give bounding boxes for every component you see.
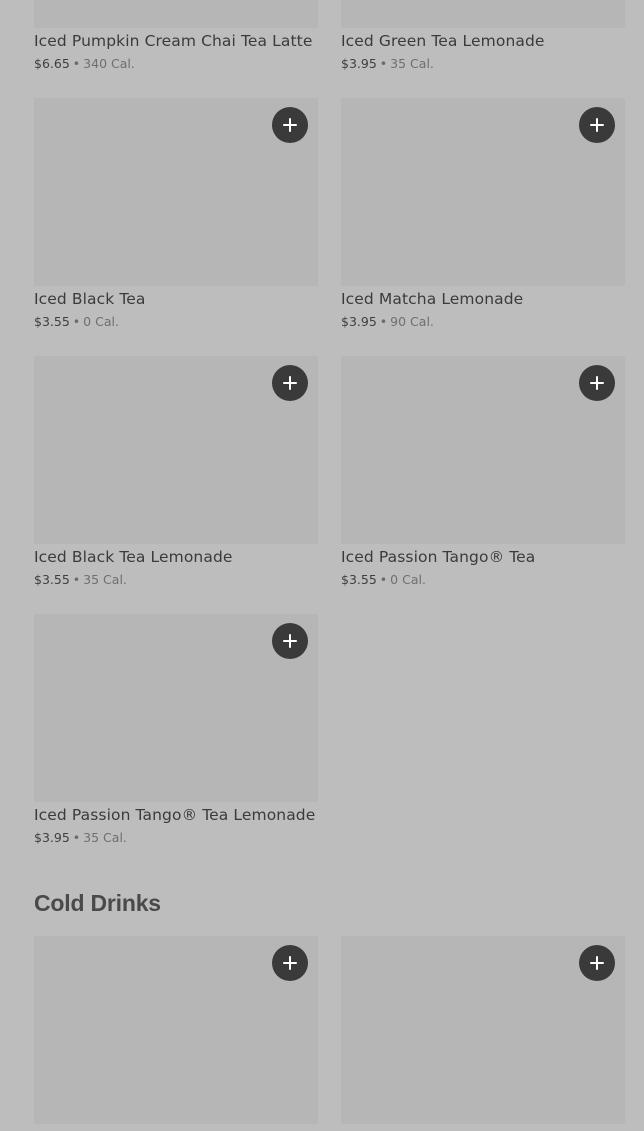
product-image[interactable] bbox=[341, 0, 625, 28]
separator: • bbox=[379, 314, 388, 329]
separator: • bbox=[72, 572, 81, 587]
product-name[interactable]: Iced Pumpkin Cream Chai Tea Latte bbox=[34, 31, 312, 51]
product-calories: 0 Cal. bbox=[83, 314, 119, 329]
add-to-order-button[interactable] bbox=[272, 623, 308, 659]
product-card[interactable]: Iced Passion Tango® Tea $3.55 • 0 Cal. bbox=[341, 356, 625, 596]
add-to-order-button[interactable] bbox=[272, 945, 308, 981]
product-card[interactable]: Iced Matcha Lemonade $3.95 • 90 Cal. bbox=[341, 98, 625, 338]
product-meta: $3.55 • 0 Cal. bbox=[34, 314, 119, 330]
separator: • bbox=[72, 314, 81, 329]
product-calories: 35 Cal. bbox=[390, 56, 434, 71]
product-name[interactable]: Iced Black Tea Lemonade bbox=[34, 547, 233, 567]
menu-page: Iced Pumpkin Cream Chai Tea Latte $6.65 •… bbox=[0, 0, 644, 1131]
add-to-order-button[interactable] bbox=[579, 365, 615, 401]
add-to-order-button[interactable] bbox=[579, 107, 615, 143]
product-meta: $3.95 • 35 Cal. bbox=[34, 830, 127, 846]
separator: • bbox=[72, 56, 81, 71]
separator: • bbox=[379, 56, 388, 71]
product-image[interactable] bbox=[34, 0, 318, 28]
plus-icon bbox=[590, 956, 604, 970]
add-to-order-button[interactable] bbox=[272, 365, 308, 401]
product-card[interactable] bbox=[341, 936, 625, 1131]
product-price: $3.95 bbox=[34, 830, 70, 845]
product-price: $3.55 bbox=[341, 572, 377, 587]
product-card[interactable]: Iced Pumpkin Cream Chai Tea Latte $6.65 •… bbox=[34, 0, 318, 80]
product-price: $6.65 bbox=[34, 56, 70, 71]
plus-icon bbox=[590, 376, 604, 390]
separator: • bbox=[379, 572, 388, 587]
plus-icon bbox=[283, 634, 297, 648]
product-price: $3.95 bbox=[341, 314, 377, 329]
product-meta: $3.95 • 35 Cal. bbox=[341, 56, 434, 72]
product-card[interactable] bbox=[34, 936, 318, 1131]
product-card[interactable]: Iced Black Tea $3.55 • 0 Cal. bbox=[34, 98, 318, 338]
product-calories: 35 Cal. bbox=[83, 830, 127, 845]
product-calories: 35 Cal. bbox=[83, 572, 127, 587]
separator: • bbox=[72, 830, 81, 845]
plus-icon bbox=[590, 118, 604, 132]
product-name[interactable]: Iced Passion Tango® Tea bbox=[341, 547, 535, 567]
product-calories: 90 Cal. bbox=[390, 314, 434, 329]
product-name[interactable]: Iced Green Tea Lemonade bbox=[341, 31, 545, 51]
plus-icon bbox=[283, 956, 297, 970]
plus-icon bbox=[283, 376, 297, 390]
product-price: $3.95 bbox=[341, 56, 377, 71]
add-to-order-button[interactable] bbox=[272, 107, 308, 143]
product-price: $3.55 bbox=[34, 572, 70, 587]
product-card[interactable]: Iced Green Tea Lemonade $3.95 • 35 Cal. bbox=[341, 0, 625, 80]
product-name[interactable]: Iced Passion Tango® Tea Lemonade bbox=[34, 805, 315, 825]
product-meta: $3.95 • 90 Cal. bbox=[341, 314, 434, 330]
product-meta: $6.65 • 340 Cal. bbox=[34, 56, 135, 72]
product-name[interactable]: Iced Matcha Lemonade bbox=[341, 289, 523, 309]
product-price: $3.55 bbox=[34, 314, 70, 329]
product-card[interactable]: Iced Black Tea Lemonade $3.55 • 35 Cal. bbox=[34, 356, 318, 596]
product-calories: 340 Cal. bbox=[83, 56, 135, 71]
product-meta: $3.55 • 0 Cal. bbox=[341, 572, 426, 588]
product-calories: 0 Cal. bbox=[390, 572, 426, 587]
product-name[interactable]: Iced Black Tea bbox=[34, 289, 146, 309]
section-heading-cold-drinks: Cold Drinks bbox=[34, 890, 161, 916]
add-to-order-button[interactable] bbox=[579, 945, 615, 981]
product-card[interactable]: Iced Passion Tango® Tea Lemonade $3.95 • 3… bbox=[34, 614, 318, 854]
product-meta: $3.55 • 35 Cal. bbox=[34, 572, 127, 588]
plus-icon bbox=[283, 118, 297, 132]
